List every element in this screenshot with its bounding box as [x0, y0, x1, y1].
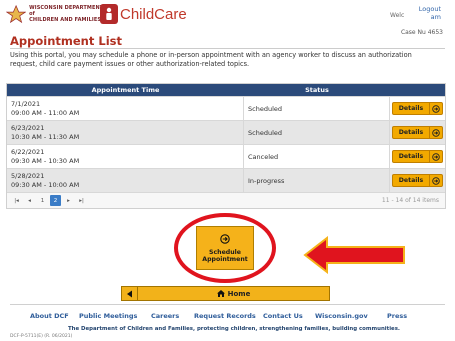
childcare-badge-icon	[100, 4, 118, 24]
footer-link-careers[interactable]: Careers	[151, 312, 179, 320]
pager-page-1[interactable]: 1	[37, 195, 48, 206]
table-row: 6/23/2021 10:30 AM - 11:30 AM Scheduled …	[7, 120, 445, 144]
details-button-label: Details	[398, 177, 424, 184]
footer-link-wisconsin-gov[interactable]: Wisconsin.gov	[315, 312, 368, 320]
home-bar[interactable]: Home	[121, 286, 330, 301]
title-divider	[10, 48, 445, 49]
footer-form-number: DCF-P-5711(E) (R. 06/2021)	[10, 334, 73, 339]
childcare-logo-text: ChildCare	[120, 5, 187, 23]
dcf-logo-line-1: WISCONSIN DEPARTMENT of	[29, 5, 104, 17]
pager-page-2[interactable]: 2	[50, 195, 61, 206]
dcf-logo[interactable]: WISCONSIN DEPARTMENT of CHILDREN AND FAM…	[6, 4, 104, 24]
table-row: 5/28/2021 09:30 AM - 10:00 AM In-progres…	[7, 168, 445, 192]
footer-link-public-meetings[interactable]: Public Meetings	[79, 312, 137, 320]
welcome-text: Welc	[390, 12, 405, 19]
appointment-time-cell: 6/22/2021 09:30 AM - 10:30 AM	[7, 145, 244, 168]
pager-first-button[interactable]: |◂	[11, 195, 22, 206]
case-number: Case Nu 4653	[400, 29, 443, 36]
appointment-date: 7/1/2021	[11, 100, 41, 108]
appointment-time-cell: 5/28/2021 09:30 AM - 10:00 AM	[7, 169, 244, 192]
pager-info: 11 - 14 of 14 items	[381, 197, 439, 204]
status-cell: Scheduled	[244, 121, 390, 144]
column-header-status[interactable]: Status	[244, 84, 390, 96]
page-title: Appointment List	[10, 34, 122, 48]
intro-text: Using this portal, you may schedule a ph…	[10, 51, 412, 68]
appointment-date: 6/22/2021	[11, 148, 45, 156]
details-button-label: Details	[398, 105, 424, 112]
appointment-time: 09:00 AM - 11:00 AM	[11, 109, 80, 117]
details-button-label: Details	[398, 153, 424, 160]
childcare-logo[interactable]: ChildCare	[100, 3, 187, 25]
chevron-left-icon[interactable]	[122, 287, 138, 300]
column-header-appointment-time[interactable]: Appointment Time	[7, 84, 244, 96]
appointment-date: 6/23/2021	[11, 124, 45, 132]
arrow-circle-right-icon	[429, 127, 442, 138]
appointment-time-cell: 7/1/2021 09:00 AM - 11:00 AM	[7, 97, 244, 120]
grid-header: Appointment Time Status	[7, 84, 445, 96]
pager-last-button[interactable]: ▸|	[76, 195, 87, 206]
footer-divider	[10, 304, 445, 305]
user-name: am	[430, 13, 441, 21]
schedule-appointment-button[interactable]: Schedule Appointment	[196, 226, 254, 270]
action-cell: Details	[390, 121, 445, 144]
details-button[interactable]: Details	[392, 102, 443, 115]
pager-prev-button[interactable]: ◂	[24, 195, 35, 206]
action-cell: Details	[390, 145, 445, 168]
appointment-time-cell: 6/23/2021 10:30 AM - 11:30 AM	[7, 121, 244, 144]
site-header: WISCONSIN DEPARTMENT of CHILDREN AND FAM…	[0, 0, 455, 28]
pager: |◂ ◂ 1 2 ▸ ▸| 11 - 14 of 14 items	[7, 192, 445, 208]
appointment-date: 5/28/2021	[11, 172, 45, 180]
pager-next-button[interactable]: ▸	[63, 195, 74, 206]
action-cell: Details	[390, 97, 445, 120]
footer-tagline: The Department of Children and Families,…	[68, 326, 400, 332]
details-button-label: Details	[398, 129, 424, 136]
arrow-circle-right-icon	[429, 151, 442, 162]
arrow-circle-right-icon	[429, 103, 442, 114]
action-cell: Details	[390, 169, 445, 192]
logout-area: Logout am	[419, 5, 441, 21]
appointment-time: 09:30 AM - 10:30 AM	[11, 157, 80, 165]
logout-link[interactable]: Logout	[419, 5, 441, 13]
details-button[interactable]: Details	[392, 126, 443, 139]
status-cell: Scheduled	[244, 97, 390, 120]
arrow-circle-right-icon	[429, 175, 442, 186]
table-row: 6/22/2021 09:30 AM - 10:30 AM Canceled D…	[7, 144, 445, 168]
status-cell: Canceled	[244, 145, 390, 168]
footer-link-contact-us[interactable]: Contact Us	[263, 312, 303, 320]
column-header-actions	[390, 84, 445, 96]
schedule-button-line-2: Appointment	[202, 255, 248, 263]
home-icon	[216, 289, 225, 297]
status-cell: In-progress	[244, 169, 390, 192]
footer-link-about-dcf[interactable]: About DCF	[30, 312, 69, 320]
home-button-label: Home	[227, 289, 251, 298]
details-button[interactable]: Details	[392, 174, 443, 187]
table-row: 7/1/2021 09:00 AM - 11:00 AM Scheduled D…	[7, 96, 445, 120]
arrow-circle-right-icon	[220, 233, 230, 246]
dcf-star-icon	[6, 4, 27, 24]
dcf-logo-line-2: CHILDREN AND FAMILIES	[29, 17, 102, 23]
red-arrow-annotation	[303, 236, 405, 274]
schedule-button-line-1: Schedule	[209, 248, 241, 256]
appointment-grid: Appointment Time Status 7/1/2021 09:00 A…	[6, 83, 446, 209]
home-button[interactable]: Home	[138, 289, 329, 298]
appointment-time: 09:30 AM - 10:00 AM	[11, 181, 80, 189]
details-button[interactable]: Details	[392, 150, 443, 163]
footer-link-request-records[interactable]: Request Records	[194, 312, 256, 320]
footer-link-press[interactable]: Press	[387, 312, 407, 320]
appointment-time: 10:30 AM - 11:30 AM	[11, 133, 80, 141]
